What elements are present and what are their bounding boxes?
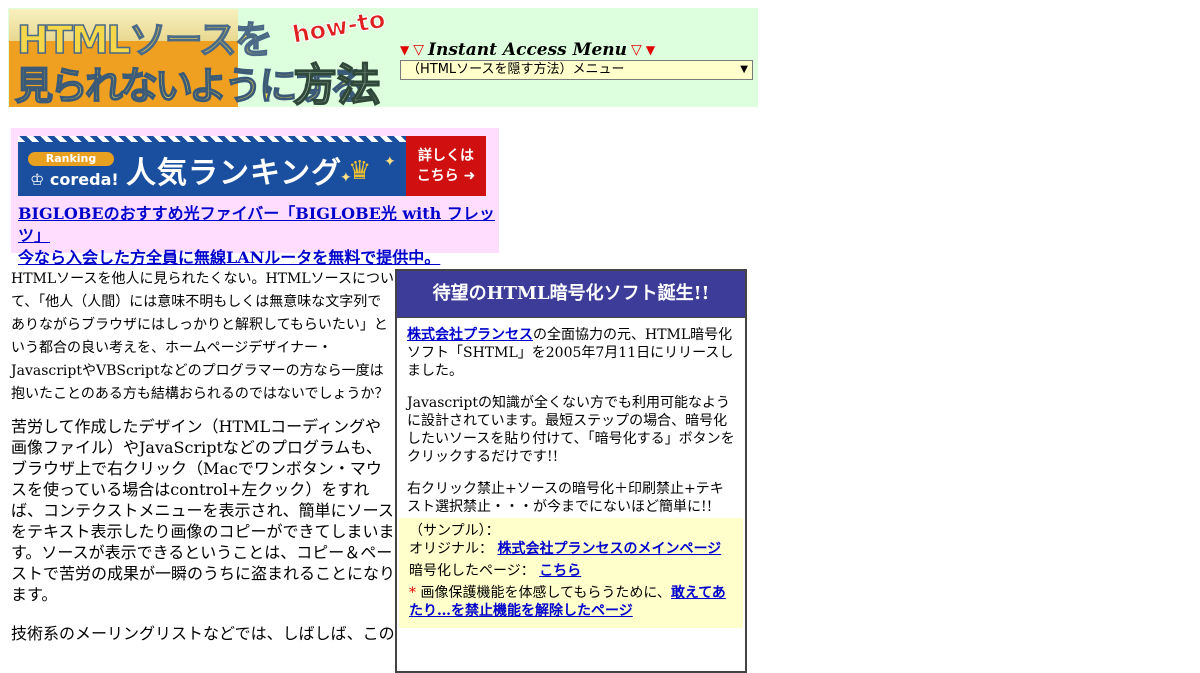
sample-original-row: オリジナル： 株式会社プランセスのメインページ bbox=[409, 540, 733, 558]
banner-cta-line1: 詳しくは bbox=[418, 148, 474, 164]
promo-paragraph-1: 株式会社プランセスの全面協力の元、HTML暗号化ソフト「SHTML」を2005年… bbox=[407, 326, 735, 380]
biglobe-ad-link[interactable]: BIGLOBEのおすすめ光ファイバー「BIGLOBE光 with フレッツ」 今… bbox=[18, 203, 496, 269]
promo-body: 株式会社プランセスの全面協力の元、HTML暗号化ソフト「SHTML」を2005年… bbox=[397, 318, 745, 628]
sparkle-icon: ✦ bbox=[384, 154, 396, 170]
article-body: HTMLソースを他人に見られたくない。HTMLソースについて、「他人（人間）には… bbox=[11, 268, 395, 648]
sample-label: （サンプル）： bbox=[409, 523, 500, 539]
site-logo[interactable]: HTMLソースを 見られないようにする how-to 方法 bbox=[9, 5, 388, 112]
company-link[interactable]: 株式会社プランセス bbox=[407, 327, 533, 343]
logo-houhou-text: 方法 bbox=[292, 59, 382, 112]
crown-icon: ♛ bbox=[348, 156, 372, 186]
sample-encrypted-row: 暗号化したページ： こちら bbox=[409, 562, 733, 580]
ad-link-line2: 今なら入会した方全員に無線LANルータを無料で提供中。 bbox=[18, 248, 441, 267]
sample-original-link[interactable]: 株式会社プランセスのメインページ bbox=[497, 541, 721, 557]
sample-original-label: オリジナル： bbox=[409, 541, 493, 557]
banner-main[interactable]: Ranking ♔ coreda! 人気ランキング ✦ ♛ ✦ bbox=[18, 136, 406, 196]
triangle-down-icon: ▼ bbox=[645, 43, 656, 57]
banner-ranking-badge: Ranking bbox=[28, 152, 114, 166]
ad-link-line1: BIGLOBEのおすすめ光ファイバー「BIGLOBE光 with フレッツ」 bbox=[18, 204, 495, 245]
triangle-down-icon: ▼ bbox=[400, 43, 410, 57]
article-paragraph-1: HTMLソースを他人に見られたくない。HTMLソースについて、「他人（人間）には… bbox=[11, 271, 394, 402]
asterisk-mark: * bbox=[409, 585, 416, 601]
instant-access-menu-select[interactable]: （HTMLソースを隠す方法）メニュー ▼ bbox=[400, 60, 753, 80]
promo-paragraph-3: 右クリック禁止+ソースの暗号化＋印刷禁止+テキスト選択禁止・・・が今までにないほ… bbox=[407, 481, 724, 515]
dropdown-arrow-icon[interactable]: ▼ bbox=[740, 61, 748, 79]
sample-note-row: * 画像保護機能を体感してもらうために、敢えてあたり…を禁止機能を解除したページ bbox=[409, 584, 733, 620]
promo-paragraph-2: Javascriptの知識が全くない方でも利用可能なように設計されています。最短… bbox=[407, 395, 735, 465]
banner-brand: ♔ coreda! bbox=[30, 170, 119, 189]
arrow-circle-icon: ➜ bbox=[463, 168, 476, 184]
banner-title: 人気ランキング bbox=[126, 156, 343, 191]
triangle-outline-down-icon: ▽ bbox=[413, 42, 425, 58]
header: HTMLソースを 見られないようにする how-to 方法 ▼ ▽ Instan… bbox=[8, 5, 758, 112]
banner-brand-text: coreda! bbox=[49, 170, 119, 189]
sample-encrypted-label: 暗号化したページ： bbox=[409, 563, 535, 579]
promo-box: 待望のHTML暗号化ソフト誕生!! 株式会社プランセスの全面協力の元、HTML暗… bbox=[395, 269, 747, 673]
triangle-outline-down-icon: ▽ bbox=[631, 42, 642, 58]
instant-access-label: ▼ ▽ Instant Access Menu ▽ ▼ bbox=[400, 40, 655, 60]
banner-cta-line2: こちら ➜ bbox=[416, 168, 476, 184]
ranking-banner[interactable]: Ranking ♔ coreda! 人気ランキング ✦ ♛ ✦ 詳しくは こちら… bbox=[18, 136, 486, 196]
instant-access-selected-value: （HTMLソースを隠す方法）メニュー bbox=[407, 62, 625, 77]
sample-note-text: 画像保護機能を体感してもらうために、 bbox=[420, 585, 671, 601]
article-paragraph-3: 技術系のメーリングリストなどでは、しばしば、この bbox=[11, 624, 395, 643]
sample-box: （サンプル）： オリジナル： 株式会社プランセスのメインページ 暗号化したページ… bbox=[399, 518, 743, 628]
sample-encrypted-link[interactable]: こちら bbox=[539, 563, 581, 579]
logo-howto-text: how-to bbox=[290, 5, 388, 50]
promo-heading: 待望のHTML暗号化ソフト誕生!! bbox=[397, 271, 745, 318]
ad-box: Ranking ♔ coreda! 人気ランキング ✦ ♛ ✦ 詳しくは こちら… bbox=[11, 128, 499, 267]
instant-access-text: Instant Access Menu bbox=[428, 40, 628, 60]
article-paragraph-2: 苦労して作成したデザイン（HTMLコーディングや画像ファイル）やJavaScri… bbox=[11, 417, 396, 604]
banner-details-button[interactable]: 詳しくは こちら ➜ bbox=[406, 136, 486, 196]
banner-stripe bbox=[18, 136, 406, 142]
crown-icon: ♔ bbox=[30, 170, 45, 189]
